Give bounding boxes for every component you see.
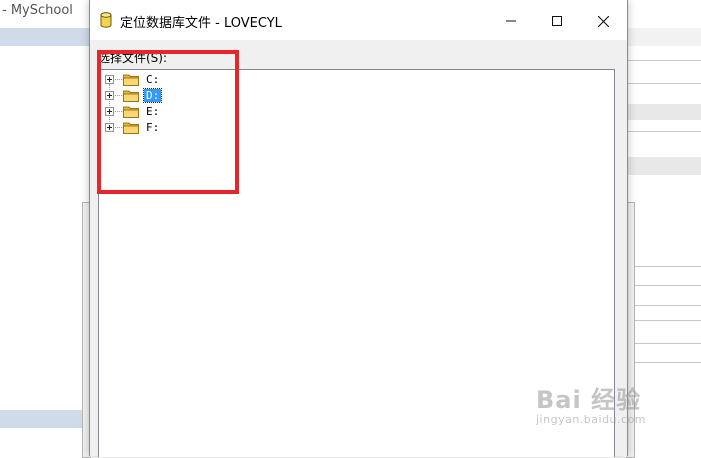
background-divider	[628, 305, 701, 306]
background-divider	[628, 362, 701, 363]
database-icon	[100, 12, 112, 31]
background-window-title: - MySchool	[2, 3, 73, 18]
background-header-bar	[0, 28, 89, 46]
maximize-icon	[552, 16, 562, 26]
dialog-titlebar[interactable]: 定位数据库文件 - LOVECYL	[90, 0, 627, 40]
background-grid-row	[628, 104, 701, 120]
background-divider	[628, 266, 701, 267]
background-footer-bar	[0, 410, 89, 428]
highlight-annotation-box	[97, 50, 239, 194]
close-button[interactable]	[580, 6, 626, 36]
background-divider	[628, 83, 701, 84]
background-divider	[628, 131, 701, 132]
close-icon	[597, 15, 609, 27]
minimize-icon	[506, 20, 516, 22]
background-divider	[628, 343, 701, 344]
background-header-bar-right	[626, 28, 701, 46]
watermark-main: Bai 经验	[536, 386, 642, 414]
minimize-button[interactable]	[488, 6, 534, 36]
baidu-watermark: Bai 经验 jingyan.baidu.com	[536, 380, 646, 426]
background-grid-row	[628, 157, 701, 175]
background-divider	[628, 285, 701, 286]
watermark-sub: jingyan.baidu.com	[536, 413, 647, 426]
background-divider	[628, 320, 701, 321]
dialog-title: 定位数据库文件 - LOVECYL	[120, 16, 282, 31]
maximize-button[interactable]	[534, 6, 580, 36]
background-divider	[628, 60, 701, 61]
